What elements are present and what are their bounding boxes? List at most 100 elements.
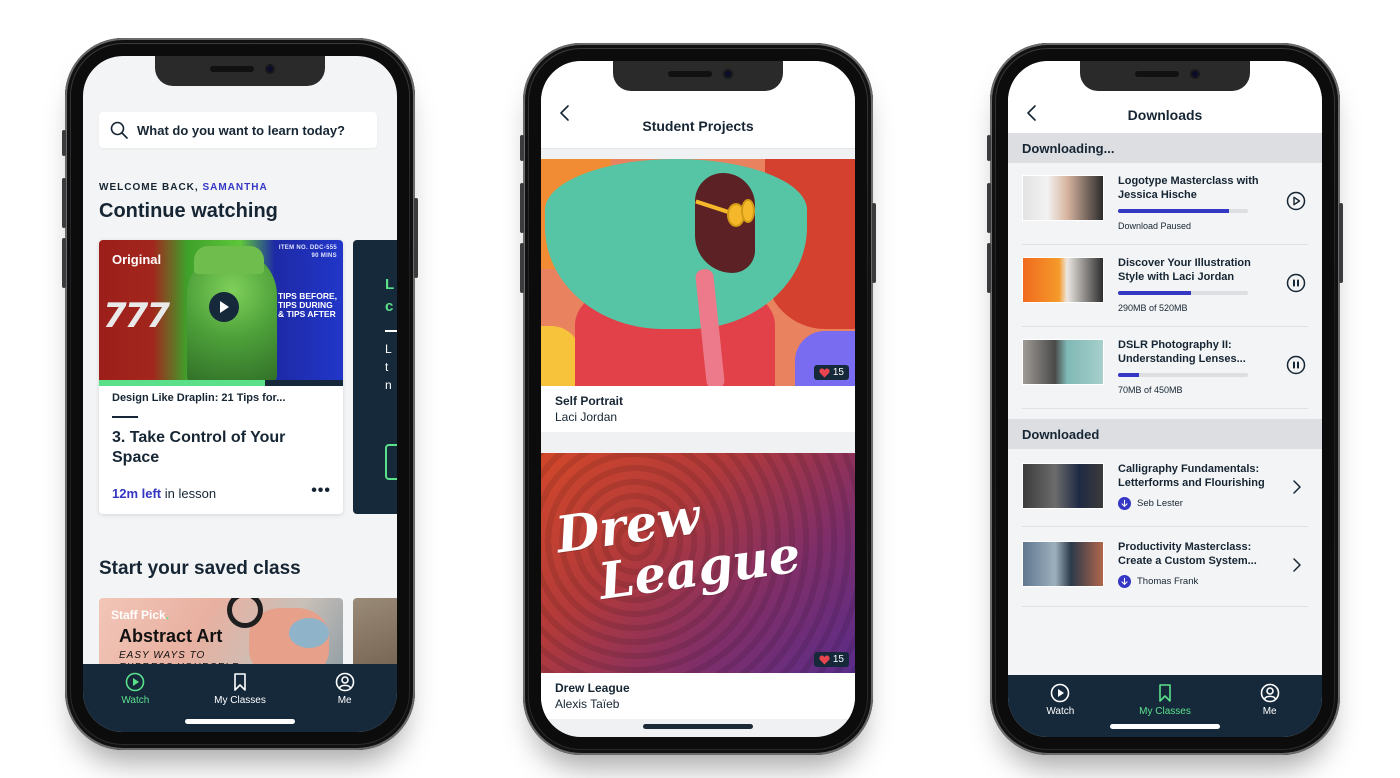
front-camera (265, 64, 275, 74)
watch-progress-fill (99, 380, 265, 386)
tab-label: Watch (121, 695, 150, 706)
speaker-grille (1135, 71, 1179, 77)
project-card[interactable]: Drew League 15 Drew League Alexis Taïeb (541, 453, 855, 719)
peek-button[interactable] (385, 444, 397, 480)
volume-up-button (62, 178, 66, 228)
art-shape (695, 173, 755, 273)
staff-pick-text: Staff Pick (111, 608, 166, 622)
art-shape (289, 618, 329, 648)
time-left-value: 12m left (112, 486, 162, 501)
home-indicator[interactable] (643, 724, 753, 729)
thumbnail-tips-text: TIPS BEFORE, TIPS DURING & TIPS AFTER (278, 292, 337, 319)
power-button (872, 203, 876, 283)
class-thumbnail (1022, 463, 1104, 509)
phone-downloads: Downloads Downloading... Logotype Master… (987, 43, 1343, 755)
resume-play-icon[interactable] (1286, 191, 1306, 211)
class-thumbnail[interactable]: 777 Original ITEM NO. DDC-555 90 MINS TIP… (99, 240, 343, 380)
project-card[interactable]: 15 Self Portrait Laci Jordan (541, 159, 855, 432)
watch-progress-bar (99, 380, 343, 386)
likes-badge[interactable]: 15 (813, 652, 849, 667)
more-options-icon[interactable]: ••• (311, 482, 331, 500)
peek-line: L (385, 342, 392, 356)
download-progress-fill (1118, 373, 1139, 377)
download-progress-bar (1118, 209, 1248, 213)
continue-watching-card[interactable]: 777 Original ITEM NO. DDC-555 90 MINS TIP… (99, 240, 343, 514)
notch (155, 56, 325, 86)
tips-line: & TIPS AFTER (277, 309, 336, 319)
home-screen: What do you want to learn today? WELCOME… (83, 56, 397, 732)
project-title: Drew League (555, 681, 630, 695)
next-card-peek[interactable]: Lc Ltn (353, 240, 397, 514)
tab-label: My Classes (1139, 706, 1191, 717)
project-author[interactable]: Laci Jordan (555, 410, 841, 424)
mute-switch (987, 135, 991, 161)
mute-switch (62, 130, 66, 156)
project-meta: Self Portrait Laci Jordan (541, 386, 855, 432)
downloaded-author: Seb Lester (1118, 497, 1183, 510)
volume-up-button (520, 183, 524, 233)
tab-watch[interactable]: Watch (90, 672, 180, 732)
search-input[interactable]: What do you want to learn today? (99, 112, 377, 148)
pause-icon[interactable] (1286, 273, 1306, 293)
peek-heading: Lc (385, 274, 394, 318)
class-thumbnail (1022, 541, 1104, 587)
back-chevron-icon[interactable] (1022, 103, 1042, 123)
art-shape (741, 199, 755, 223)
home-indicator[interactable] (1110, 724, 1220, 729)
download-progress-fill (1118, 209, 1229, 213)
likes-badge[interactable]: 15 (813, 365, 849, 380)
download-title: Discover Your Illustration Style with La… (1118, 257, 1251, 283)
project-image-drew-league[interactable]: Drew League 15 (541, 453, 855, 673)
download-status: 290MB of 520MB (1118, 303, 1188, 313)
downloaded-icon (1118, 575, 1131, 588)
tab-label: My Classes (214, 695, 266, 706)
play-icon (220, 301, 229, 313)
downloaded-item[interactable]: Calligraphy Fundamentals: Letterforms an… (1022, 449, 1308, 527)
peek-line: t (385, 360, 389, 374)
download-progress-bar (1118, 373, 1248, 377)
page-title: Downloads (1127, 107, 1203, 123)
home-indicator[interactable] (185, 719, 295, 724)
downloads-screen: Downloads Downloading... Logotype Master… (1008, 61, 1322, 737)
downloaded-title: Calligraphy Fundamentals: Letterforms an… (1118, 463, 1265, 489)
time-left-suffix: in lesson (161, 486, 217, 501)
downloaded-author: Thomas Frank (1118, 575, 1198, 588)
front-camera (723, 69, 733, 79)
download-title: Logotype Masterclass with Jessica Hische (1118, 175, 1259, 201)
search-icon (110, 121, 128, 139)
downloading-item[interactable]: Discover Your Illustration Style with La… (1022, 245, 1308, 327)
user-circle-icon (1260, 683, 1279, 703)
volume-down-button (520, 243, 524, 293)
peek-line: n (385, 378, 392, 392)
tab-me[interactable]: Me (300, 672, 390, 732)
pause-icon[interactable] (1286, 355, 1306, 375)
play-circle-icon (1051, 683, 1070, 703)
chevron-right-icon[interactable] (1290, 555, 1304, 575)
downloading-item[interactable]: Logotype Masterclass with Jessica Hische… (1022, 163, 1308, 245)
author-name: Thomas Frank (1137, 576, 1199, 587)
tab-watch[interactable]: Watch (1015, 683, 1105, 737)
project-author[interactable]: Alexis Taïeb (555, 697, 841, 711)
mute-switch (520, 135, 524, 161)
chevron-right-icon[interactable] (1290, 477, 1304, 497)
play-button[interactable] (209, 292, 239, 322)
speaker-grille (210, 66, 254, 72)
notch (1080, 61, 1250, 91)
power-button (1339, 203, 1343, 283)
downloading-item[interactable]: DSLR Photography II: Understanding Lense… (1022, 327, 1308, 409)
notch (613, 61, 783, 91)
staff-pick-dot: . (165, 608, 170, 622)
play-circle-icon (126, 672, 145, 692)
back-chevron-icon[interactable] (555, 103, 575, 123)
user-name: SAMANTHA (202, 182, 268, 193)
original-badge: Original (112, 252, 162, 267)
continue-watching-heading: Continue watching (99, 200, 278, 222)
class-thumbnail (1022, 339, 1104, 385)
download-title: DSLR Photography II: Understanding Lense… (1118, 339, 1246, 365)
project-image-self-portrait[interactable]: 15 (541, 159, 855, 386)
downloaded-item[interactable]: Productivity Masterclass: Create a Custo… (1022, 527, 1308, 607)
tab-me[interactable]: Me (1225, 683, 1315, 737)
volume-down-button (987, 243, 991, 293)
staff-pick-badge: Staff Pick. (111, 608, 169, 622)
thumbnail-sevens: 777 (103, 296, 170, 336)
